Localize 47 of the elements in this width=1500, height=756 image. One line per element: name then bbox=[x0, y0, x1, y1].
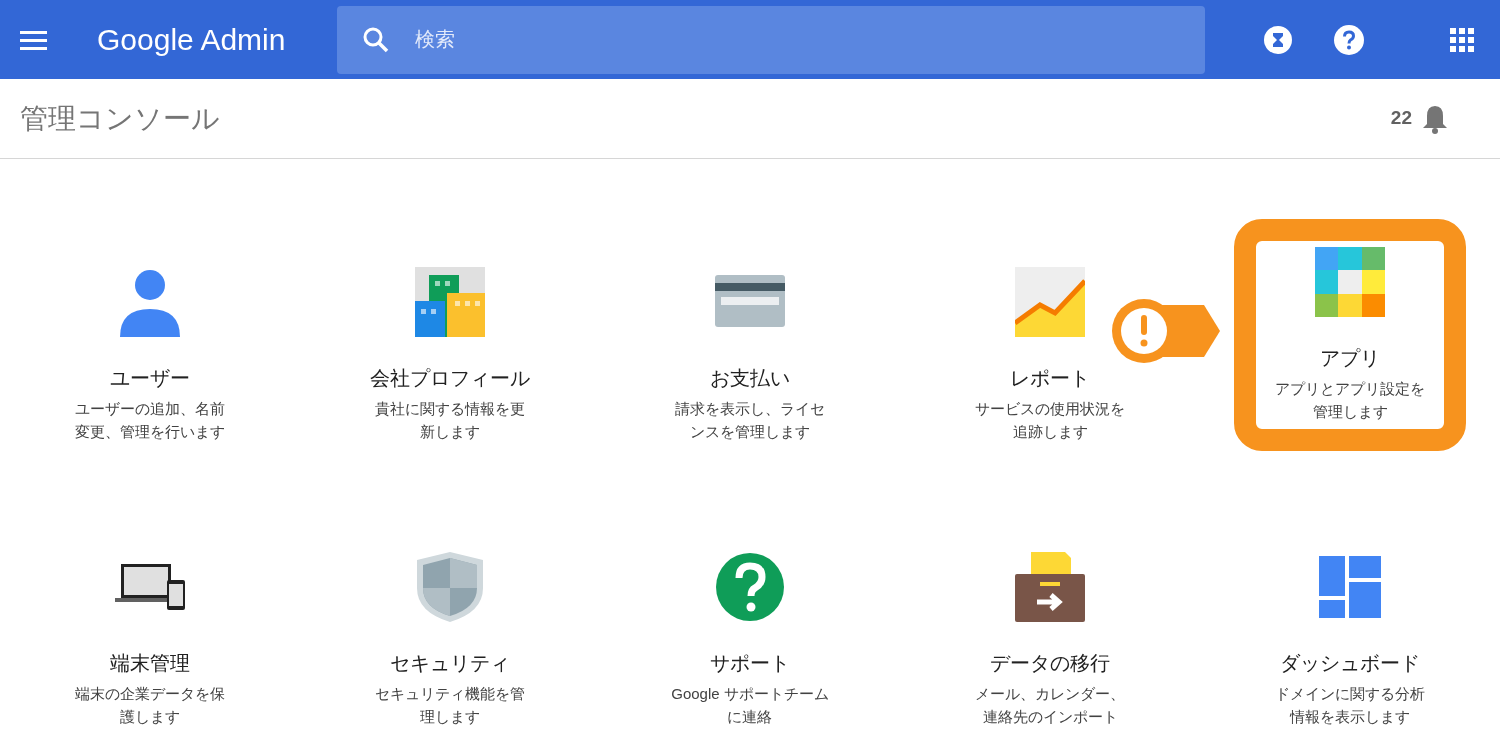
shield-icon bbox=[415, 552, 485, 622]
card-description: に連絡 bbox=[727, 707, 773, 727]
card-description: 変更、管理を行います bbox=[75, 422, 225, 442]
building-icon bbox=[415, 267, 485, 337]
box-arrow-icon bbox=[1015, 552, 1085, 622]
card-description: ンスを管理します bbox=[690, 422, 810, 442]
card-title: 会社プロフィール bbox=[370, 366, 530, 391]
chart-icon bbox=[1015, 267, 1085, 337]
card-description: サービスの使用状況を bbox=[975, 399, 1125, 419]
card-title: 端末管理 bbox=[110, 651, 190, 676]
card-description: 追跡します bbox=[1012, 422, 1088, 442]
hourglass-icon[interactable] bbox=[1264, 25, 1292, 54]
card-description: 請求を表示し、ライセ bbox=[675, 399, 825, 419]
card-title: アプリ bbox=[1320, 346, 1380, 371]
app-card[interactable]: アプリ アプリとアプリ設定を 管理します bbox=[1234, 219, 1466, 451]
card-title: ダッシュボード bbox=[1280, 651, 1420, 676]
card-description: 情報を表示します bbox=[1290, 707, 1410, 727]
card-description: セキュリティ機能を管 bbox=[375, 684, 525, 704]
card-description: アプリとアプリ設定を bbox=[1275, 379, 1425, 399]
card-title: ユーザー bbox=[110, 366, 190, 391]
apps-grid-icon bbox=[1315, 247, 1385, 317]
card-title: レポート bbox=[1010, 366, 1090, 391]
card-description: 管理します bbox=[1312, 402, 1388, 422]
card-title: サポート bbox=[710, 651, 790, 676]
card-description: 新します bbox=[420, 422, 480, 442]
search-field[interactable]: 検索 bbox=[337, 5, 1206, 74]
apps-launcher-icon[interactable] bbox=[1450, 27, 1474, 52]
card-description: ドメインに関する分析 bbox=[1275, 684, 1425, 704]
bell-icon[interactable] bbox=[1422, 103, 1448, 134]
card-title: セキュリティ bbox=[390, 651, 510, 676]
card-title: お支払い bbox=[710, 366, 790, 391]
card-description: 護します bbox=[120, 707, 180, 727]
question-circle-icon bbox=[715, 552, 785, 622]
menu-icon[interactable] bbox=[20, 29, 47, 50]
help-icon[interactable] bbox=[1334, 24, 1364, 55]
card-description: ユーザーの追加、名前 bbox=[75, 399, 225, 419]
app-title: Google Admin bbox=[97, 22, 286, 58]
card-description: 貴社に関する情報を更 bbox=[375, 399, 525, 419]
card-description: 連絡先のインポート bbox=[982, 707, 1118, 727]
card-description: Google サポートチーム bbox=[671, 684, 829, 704]
card-title: データの移行 bbox=[990, 651, 1110, 676]
card-description: 理します bbox=[420, 707, 480, 727]
search-icon bbox=[363, 26, 390, 53]
card-description: 端末の企業データを保 bbox=[75, 684, 225, 704]
page-title: 管理コンソール bbox=[20, 101, 220, 136]
card-description: メール、カレンダー、 bbox=[975, 684, 1125, 704]
notification-count: 22 bbox=[1390, 106, 1412, 131]
